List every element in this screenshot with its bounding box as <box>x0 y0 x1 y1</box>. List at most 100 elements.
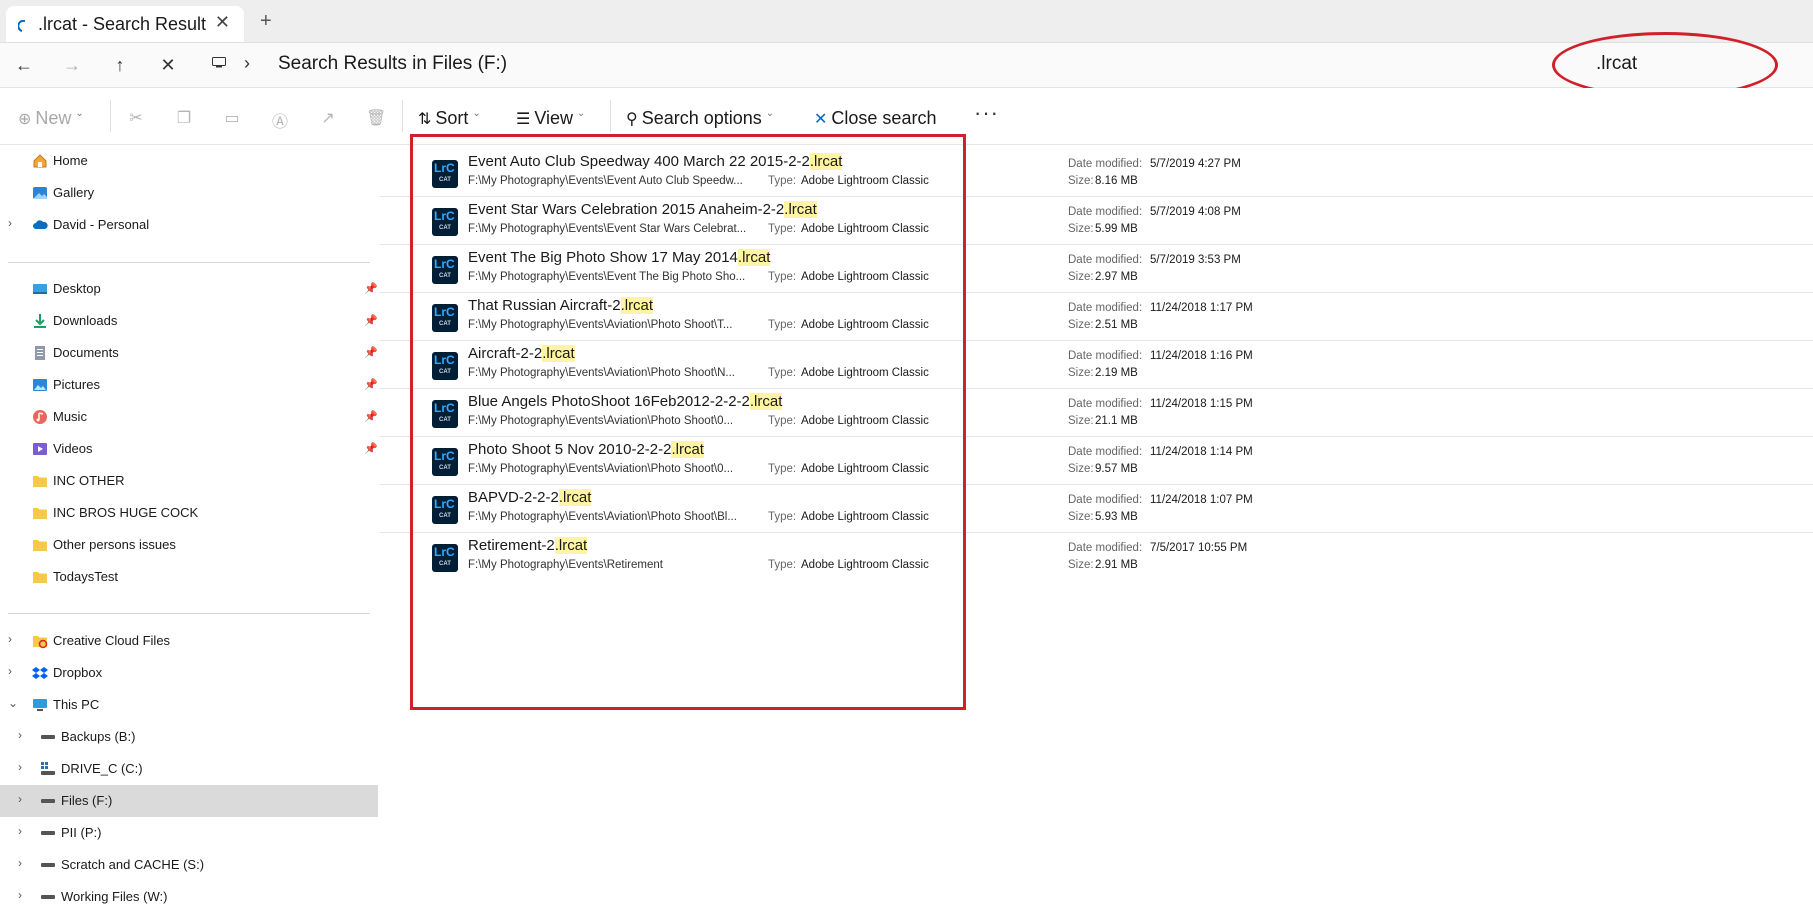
breadcrumb-location[interactable]: Search Results in Files (F:) <box>278 53 507 75</box>
sidebar-item-home[interactable]: Home <box>0 145 378 177</box>
search-options-button[interactable]: ⚲ Search options ⌄ <box>626 108 774 129</box>
sort-icon: ⇅ <box>418 111 432 128</box>
back-button[interactable]: ← <box>10 51 38 79</box>
stop-search-button[interactable]: ✕ <box>154 51 182 79</box>
tab-search-result[interactable]: .lrcat - Search Result ✕ <box>6 6 244 42</box>
up-button[interactable]: ↑ <box>106 51 134 79</box>
size-value: 9.57 MB <box>1095 463 1138 475</box>
chevron-right-icon[interactable]: › <box>8 216 12 230</box>
drive-icon <box>41 799 55 803</box>
sidebar-item-todaystest[interactable]: TodaysTest <box>0 561 378 593</box>
address-field[interactable]: › Search Results in Files (F:) <box>198 43 1538 87</box>
sidebar-item-desktop[interactable]: Desktop 📌 <box>0 273 378 305</box>
result-row[interactable]: LrC CAT Aircraft-2-2.lrcat F:\My Photogra… <box>380 341 1813 389</box>
sidebar-item-inc-other[interactable]: INC OTHER <box>0 465 378 497</box>
chevron-right-icon[interactable]: › <box>8 664 12 678</box>
size-value: 5.93 MB <box>1095 511 1138 523</box>
size-label: Size: <box>1068 559 1094 571</box>
view-button[interactable]: ☰ View ⌄ <box>516 108 585 129</box>
result-row[interactable]: LrC CAT Blue Angels PhotoShoot 16Feb2012-… <box>380 389 1813 437</box>
sidebar-item-videos[interactable]: Videos 📌 <box>0 433 378 465</box>
share-icon[interactable]: ↗ <box>318 108 338 128</box>
sidebar-item-files-f[interactable]: › Files (F:) <box>0 785 378 817</box>
close-tab-icon[interactable]: ✕ <box>215 12 230 33</box>
pin-icon[interactable]: 📌 <box>364 346 378 359</box>
new-tab-button[interactable]: + <box>260 10 272 33</box>
type-label: Type: <box>768 319 797 331</box>
type-value: Adobe Lightroom Classic <box>801 463 929 475</box>
cut-icon[interactable]: ✂ <box>126 108 146 128</box>
rename-icon[interactable]: Ⓐ <box>270 108 290 131</box>
chevron-right-icon[interactable]: › <box>18 856 22 870</box>
chevron-right-icon[interactable]: › <box>18 792 22 806</box>
paste-icon[interactable]: ▭ <box>222 108 242 128</box>
date-modified-label: Date modified: <box>1068 542 1143 554</box>
sidebar-divider <box>8 262 370 263</box>
result-row[interactable]: LrC CAT That Russian Aircraft-2.lrcat F:\… <box>380 293 1813 341</box>
downloads-icon <box>34 314 46 328</box>
chevron-down-icon: ⌄ <box>765 108 775 119</box>
pin-icon[interactable]: 📌 <box>364 314 378 327</box>
sidebar-item-dropbox[interactable]: › Dropbox <box>0 657 378 689</box>
sidebar-item-working-files-w[interactable]: › Working Files (W:) <box>0 881 378 913</box>
toolbar-divider <box>610 100 611 132</box>
chevron-right-icon[interactable]: › <box>18 728 22 742</box>
forward-button[interactable]: → <box>58 51 86 79</box>
size-label: Size: <box>1068 223 1094 235</box>
address-bar-row: ← → ↑ ✕ › Search Results in Files (F:) .… <box>0 43 1813 88</box>
type-value: Adobe Lightroom Classic <box>801 319 929 331</box>
chevron-right-icon[interactable]: › <box>18 824 22 838</box>
sidebar-item-drive-c[interactable]: › DRIVE_C (C:) <box>0 753 378 785</box>
drive-icon <box>41 895 55 899</box>
type-value: Adobe Lightroom Classic <box>801 415 929 427</box>
sidebar-item-pii-p[interactable]: › PII (P:) <box>0 817 378 849</box>
chevron-right-icon[interactable]: › <box>8 632 12 646</box>
file-path: F:\My Photography\Events\Aviation\Photo … <box>468 415 734 427</box>
type-label: Type: <box>768 175 797 187</box>
lightroom-catalog-icon: LrC CAT <box>432 256 458 284</box>
size-label: Size: <box>1068 511 1094 523</box>
result-row[interactable]: LrC CAT Photo Shoot 5 Nov 2010-2-2-2.lrca… <box>380 437 1813 485</box>
documents-icon <box>35 346 45 360</box>
file-name: Event Auto Club Speedway 400 March 22 20… <box>468 153 843 170</box>
sidebar-item-creative-cloud[interactable]: › Creative Cloud Files <box>0 625 378 657</box>
monitor-icon <box>212 57 226 68</box>
sidebar-item-documents[interactable]: Documents 📌 <box>0 337 378 369</box>
chevron-right-icon[interactable]: › <box>244 53 250 74</box>
dropbox-icon <box>32 667 48 679</box>
sort-button[interactable]: ⇅ Sort ⌄ <box>418 108 481 129</box>
sidebar-item-pictures[interactable]: Pictures 📌 <box>0 369 378 401</box>
chevron-down-icon: ⌄ <box>472 108 481 119</box>
copy-icon[interactable]: ❐ <box>174 108 194 128</box>
pin-icon[interactable]: 📌 <box>364 410 378 423</box>
result-row[interactable]: LrC CAT Event Star Wars Celebration 2015 … <box>380 197 1813 245</box>
chevron-down-icon[interactable]: ⌄ <box>8 696 18 710</box>
sidebar-item-david-personal[interactable]: › David - Personal <box>0 209 378 241</box>
sidebar-item-downloads[interactable]: Downloads 📌 <box>0 305 378 337</box>
result-row[interactable]: LrC CAT Event Auto Club Speedway 400 Marc… <box>380 149 1813 197</box>
new-button[interactable]: ⊕ New ⌄ <box>18 108 84 129</box>
sidebar-item-scratch-s[interactable]: › Scratch and CACHE (S:) <box>0 849 378 881</box>
result-row[interactable]: LrC CAT Retirement-2.lrcat F:\My Photogra… <box>380 533 1813 581</box>
pin-icon[interactable]: 📌 <box>364 442 378 455</box>
date-modified-value: 11/24/2018 1:15 PM <box>1150 398 1253 410</box>
sidebar-item-this-pc[interactable]: ⌄ This PC <box>0 689 378 721</box>
toolbar-divider <box>110 100 111 132</box>
desktop-icon <box>33 284 47 294</box>
result-row[interactable]: LrC CAT BAPVD-2-2-2.lrcat F:\My Photograp… <box>380 485 1813 533</box>
sidebar-item-music[interactable]: Music 📌 <box>0 401 378 433</box>
sidebar-item-backups-b[interactable]: › Backups (B:) <box>0 721 378 753</box>
more-options-icon[interactable]: ··· <box>974 100 999 126</box>
pin-icon[interactable]: 📌 <box>364 282 378 295</box>
sidebar-item-other-persons-issues[interactable]: Other persons issues <box>0 529 378 561</box>
size-label: Size: <box>1068 175 1094 187</box>
delete-icon[interactable]: 🗑 <box>366 108 386 128</box>
sidebar-item-gallery[interactable]: Gallery <box>0 177 378 209</box>
file-path: F:\My Photography\Events\Retirement <box>468 559 663 571</box>
sidebar-item-inc-bros[interactable]: INC BROS HUGE COCK <box>0 497 378 529</box>
result-row[interactable]: LrC CAT Event The Big Photo Show 17 May 2… <box>380 245 1813 293</box>
close-search-button[interactable]: ✕ Close search <box>814 108 936 129</box>
chevron-right-icon[interactable]: › <box>18 888 22 902</box>
chevron-right-icon[interactable]: › <box>18 760 22 774</box>
pin-icon[interactable]: 📌 <box>364 378 378 391</box>
